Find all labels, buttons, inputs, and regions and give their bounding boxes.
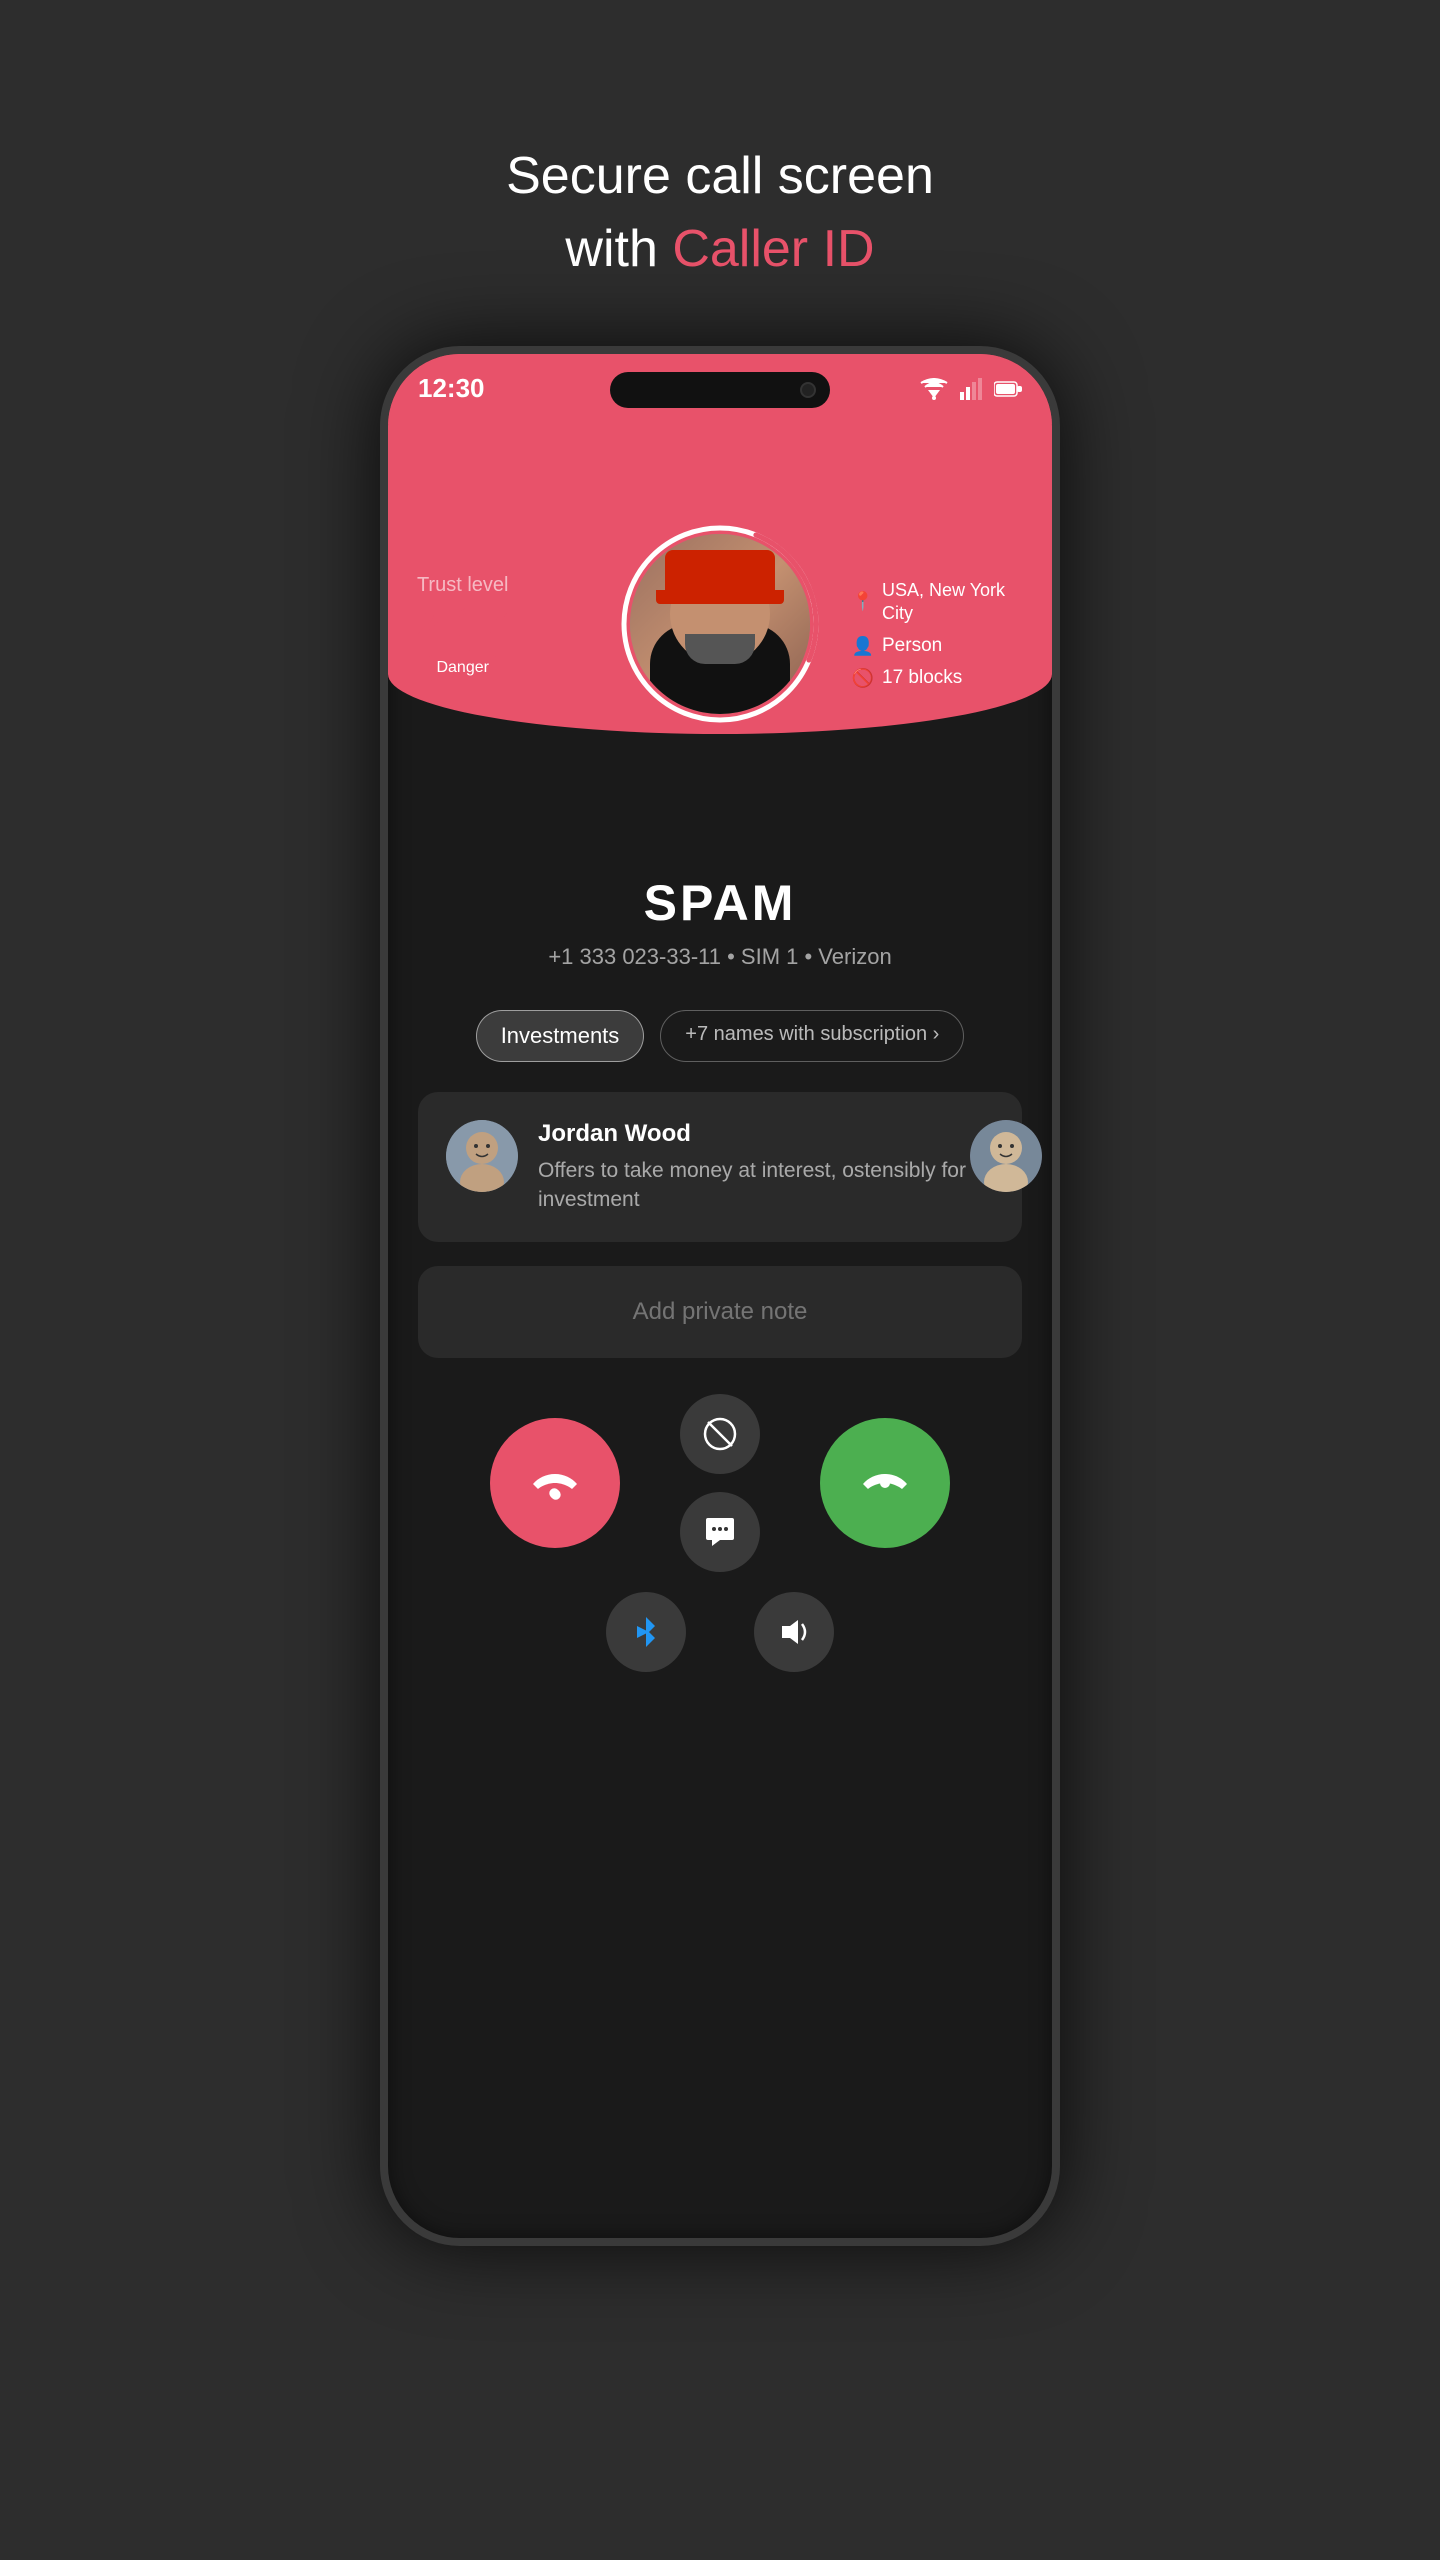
trust-badge: Danger [422,655,502,681]
private-note[interactable]: Add private note [418,1266,1022,1358]
accept-icon [858,1456,912,1510]
message-button[interactable] [680,1492,760,1572]
person-icon: 👤 [852,636,874,657]
signal-icon [960,378,982,400]
reviewer-face-2 [970,1120,1042,1192]
title-line2-prefix: with [565,220,672,278]
block-icon-btn [702,1416,738,1452]
block-icon: 🚫 [852,668,874,689]
review-text: Offers to take money at interest, ostens… [538,1156,994,1215]
info-blocks: 🚫 17 blocks [852,667,1022,689]
reviewer-name: Jordan Wood [538,1120,994,1148]
trust-label: Trust level [416,574,509,597]
main-action-row [428,1394,1012,1572]
wifi-icon [920,378,948,400]
category-tag[interactable]: Investments [476,1010,645,1062]
decline-icon [528,1456,582,1510]
phone-content: Trust level 2.17 Danger [388,354,1052,2238]
info-panel: 📍 USA, New York City 👤 Person 🚫 17 block… [852,579,1022,690]
reviewer-face [446,1120,518,1192]
volume-icon [776,1614,812,1650]
review-card: Jordan Wood Offers to take money at inte… [418,1092,1022,1243]
reviewer-avatar-2 [970,1120,1042,1192]
block-button[interactable] [680,1394,760,1474]
volume-button[interactable] [754,1592,834,1672]
action-buttons [388,1394,1052,1672]
accept-button[interactable] [820,1418,950,1548]
trust-value: 2.17 [416,601,509,649]
tags-row: Investments +7 names with subscription › [446,1010,995,1062]
camera-dot [800,382,816,398]
phone-mockup: 12:30 [380,346,1060,2246]
caller-number: +1 333 023-33-11 • SIM 1 • Verizon [428,944,1012,970]
side-button [1054,754,1060,834]
bluetooth-icon [631,1614,661,1650]
secondary-action-row [428,1592,1012,1672]
caller-name: SPAM [428,874,1012,932]
info-type: 👤 Person [852,635,1022,657]
bluetooth-button[interactable] [606,1592,686,1672]
location-text: USA, New York City [882,579,1022,626]
blocks-text: 17 blocks [882,667,962,689]
trust-panel: Trust level 2.17 Danger [416,574,509,681]
phone-notch [610,372,830,408]
battery-icon [994,380,1022,398]
middle-buttons [680,1394,760,1572]
status-time: 12:30 [418,373,485,404]
private-note-text: Add private note [633,1298,808,1325]
reviewer-avatar-img [446,1120,518,1192]
title-highlight: Caller ID [672,220,874,278]
avatar-ring-svg [618,522,822,726]
status-icons [920,378,1022,400]
message-icon [702,1514,738,1550]
review-content: Jordan Wood Offers to take money at inte… [538,1120,994,1215]
location-icon: 📍 [852,591,874,612]
type-text: Person [882,635,942,657]
reviewer-avatar [446,1120,518,1192]
title-line1: Secure call screen [506,147,934,205]
decline-button[interactable] [490,1418,620,1548]
subscription-tag[interactable]: +7 names with subscription › [660,1010,964,1062]
info-location: 📍 USA, New York City [852,579,1022,626]
caller-avatar [630,534,810,714]
caller-section: SPAM +1 333 023-33-11 • SIM 1 • Verizon [388,874,1052,970]
page-title: Secure call screen with Caller ID [506,140,934,286]
